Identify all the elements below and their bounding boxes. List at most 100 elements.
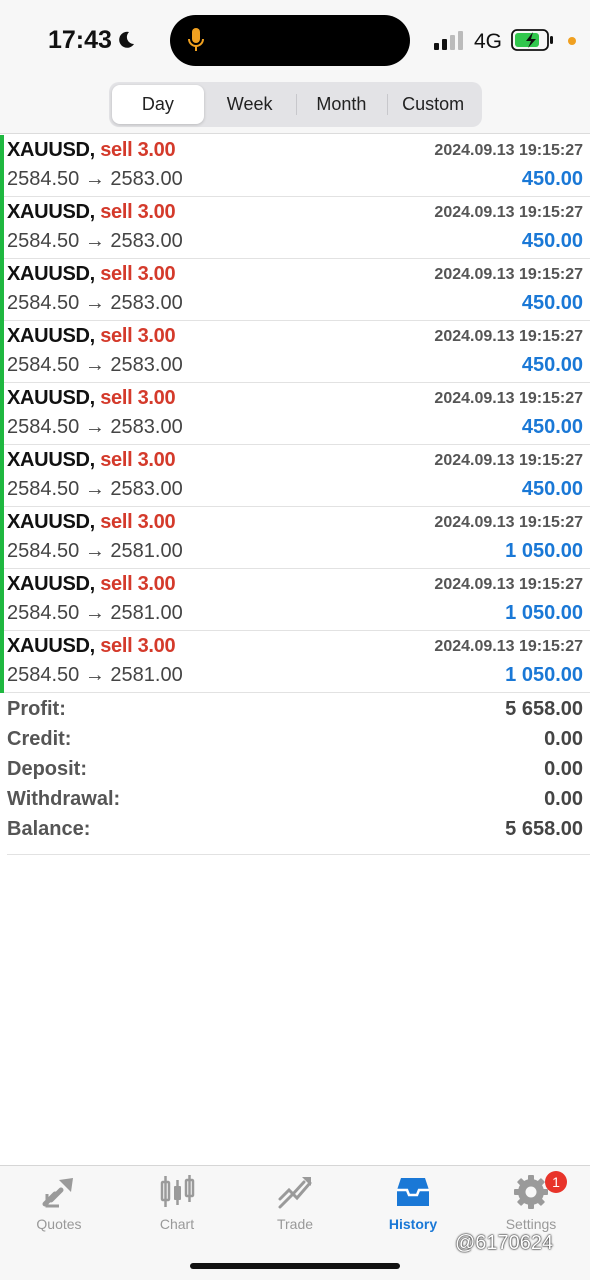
summary-label: Credit: [7, 728, 72, 750]
tab-label: Quotes [36, 1216, 82, 1232]
tab-label: Settings [505, 1216, 557, 1232]
deal-profit: 450.00 [521, 416, 583, 438]
summary-value: 0.00 [544, 728, 583, 750]
moon-icon [119, 31, 134, 48]
tab-trade[interactable]: Trade [236, 1166, 354, 1246]
summary-value: 5 658.00 [505, 818, 583, 840]
deal-symbol: XAUUSD, sell 3.00 [7, 387, 176, 409]
deal-side: sell 3.00 [100, 201, 176, 223]
quotes-icon [42, 1178, 73, 1208]
deal-side: sell 3.00 [100, 573, 176, 595]
tab-quotes[interactable]: Quotes [0, 1166, 118, 1246]
divider [7, 854, 590, 855]
deal-side: sell 3.00 [100, 635, 176, 657]
deal-profit: 450.00 [521, 478, 583, 500]
deal-time: 2024.09.13 19:15:27 [434, 142, 583, 159]
deal-time: 2024.09.13 19:15:27 [434, 204, 583, 221]
tab-label: History [388, 1216, 438, 1232]
deal-profit: 450.00 [521, 354, 583, 376]
deal-prices: 2584.50 → 2583.00 [7, 354, 183, 376]
deal-symbol: XAUUSD, sell 3.00 [7, 449, 176, 471]
deals-list: XAUUSD, sell 3.00 2024.09.13 19:15:27 25… [0, 135, 590, 693]
summary-deposit-row: Deposit: 0.00 [7, 758, 583, 788]
period-custom-button[interactable]: Custom [387, 85, 479, 124]
deal-side: sell 3.00 [100, 449, 176, 471]
deal-prices: 2584.50 → 2581.00 [7, 540, 183, 562]
summary-profit-row: Profit: 5 658.00 [7, 698, 583, 728]
tab-chart[interactable]: Chart [118, 1166, 236, 1246]
deal-time: 2024.09.13 19:15:27 [434, 638, 583, 655]
deal-side: sell 3.00 [100, 511, 176, 533]
deal-side: sell 3.00 [100, 325, 176, 347]
deal-symbol: XAUUSD, sell 3.00 [7, 635, 176, 657]
summary-value: 0.00 [544, 758, 583, 780]
summary-balance-row: Balance: 5 658.00 [7, 818, 583, 848]
chart-icon [160, 1175, 195, 1207]
summary-label: Deposit: [7, 758, 87, 780]
deal-side: sell 3.00 [100, 263, 176, 285]
summary-label: Balance: [7, 818, 91, 840]
deal-time: 2024.09.13 19:15:27 [434, 328, 583, 345]
settings-icon [514, 1175, 548, 1209]
notification-badge: 1 [545, 1171, 567, 1193]
deal-symbol: XAUUSD, sell 3.00 [7, 201, 176, 223]
deal-symbol: XAUUSD, sell 3.00 [7, 325, 176, 347]
deal-row[interactable]: XAUUSD, sell 3.00 2024.09.13 19:15:27 25… [0, 321, 590, 383]
deal-prices: 2584.50 → 2581.00 [7, 664, 183, 686]
deal-time: 2024.09.13 19:15:27 [434, 576, 583, 593]
summary-withdrawal-row: Withdrawal: 0.00 [7, 788, 583, 818]
trade-icon [278, 1177, 312, 1209]
home-indicator[interactable] [190, 1263, 400, 1269]
summary-label: Withdrawal: [7, 788, 121, 810]
deal-profit: 1 050.00 [505, 664, 583, 686]
network-type: 4G [474, 30, 503, 53]
deal-prices: 2584.50 → 2583.00 [7, 292, 183, 314]
deal-row[interactable]: XAUUSD, sell 3.00 2024.09.13 19:15:27 25… [0, 197, 590, 259]
deal-symbol: XAUUSD, sell 3.00 [7, 511, 176, 533]
deal-symbol: XAUUSD, sell 3.00 [7, 573, 176, 595]
deal-time: 2024.09.13 19:15:27 [434, 452, 583, 469]
deal-profit: 1 050.00 [505, 540, 583, 562]
deal-time: 2024.09.13 19:15:27 [434, 390, 583, 407]
deal-profit: 450.00 [521, 292, 583, 314]
deal-profit: 1 050.00 [505, 602, 583, 624]
deal-prices: 2584.50 → 2583.00 [7, 478, 183, 500]
period-selector: Day Week Month Custom [109, 82, 482, 127]
deal-symbol: XAUUSD, sell 3.00 [7, 263, 176, 285]
deal-row[interactable]: XAUUSD, sell 3.00 2024.09.13 19:15:27 25… [0, 135, 590, 197]
signal-icon [434, 31, 463, 50]
deal-row[interactable]: XAUUSD, sell 3.00 2024.09.13 19:15:27 25… [0, 569, 590, 631]
deal-prices: 2584.50 → 2581.00 [7, 602, 183, 624]
deal-time: 2024.09.13 19:15:27 [434, 514, 583, 531]
deal-row[interactable]: XAUUSD, sell 3.00 2024.09.13 19:15:27 25… [0, 383, 590, 445]
microphone-icon [188, 28, 204, 51]
deal-row[interactable]: XAUUSD, sell 3.00 2024.09.13 19:15:27 25… [0, 507, 590, 569]
deal-prices: 2584.50 → 2583.00 [7, 168, 183, 190]
deal-side: sell 3.00 [100, 139, 176, 161]
tab-label: Trade [276, 1216, 314, 1232]
summary-value: 0.00 [544, 788, 583, 810]
watermark: @6170624 [455, 1232, 554, 1254]
history-icon [397, 1178, 429, 1206]
period-selector-bar: Day Week Month Custom [0, 80, 590, 134]
status-bar: 17:43 4G [0, 0, 590, 80]
deal-side: sell 3.00 [100, 387, 176, 409]
dynamic-island [170, 15, 410, 66]
summary-value: 5 658.00 [505, 698, 583, 720]
deal-profit: 450.00 [521, 230, 583, 252]
period-day-button[interactable]: Day [112, 85, 204, 124]
period-week-button[interactable]: Week [204, 85, 296, 124]
deal-time: 2024.09.13 19:15:27 [434, 266, 583, 283]
deal-row[interactable]: XAUUSD, sell 3.00 2024.09.13 19:15:27 25… [0, 631, 590, 693]
summary-credit-row: Credit: 0.00 [7, 728, 583, 758]
battery-icon [511, 29, 553, 51]
period-month-button[interactable]: Month [295, 85, 388, 124]
deal-symbol: XAUUSD, sell 3.00 [7, 139, 176, 161]
account-summary: Profit: 5 658.00 Credit: 0.00 Deposit: 0… [0, 698, 590, 848]
deal-row[interactable]: XAUUSD, sell 3.00 2024.09.13 19:15:27 25… [0, 445, 590, 507]
deal-profit: 450.00 [521, 168, 583, 190]
deal-prices: 2584.50 → 2583.00 [7, 230, 183, 252]
deal-row[interactable]: XAUUSD, sell 3.00 2024.09.13 19:15:27 25… [0, 259, 590, 321]
privacy-indicator [568, 37, 576, 45]
summary-label: Profit: [7, 698, 66, 720]
